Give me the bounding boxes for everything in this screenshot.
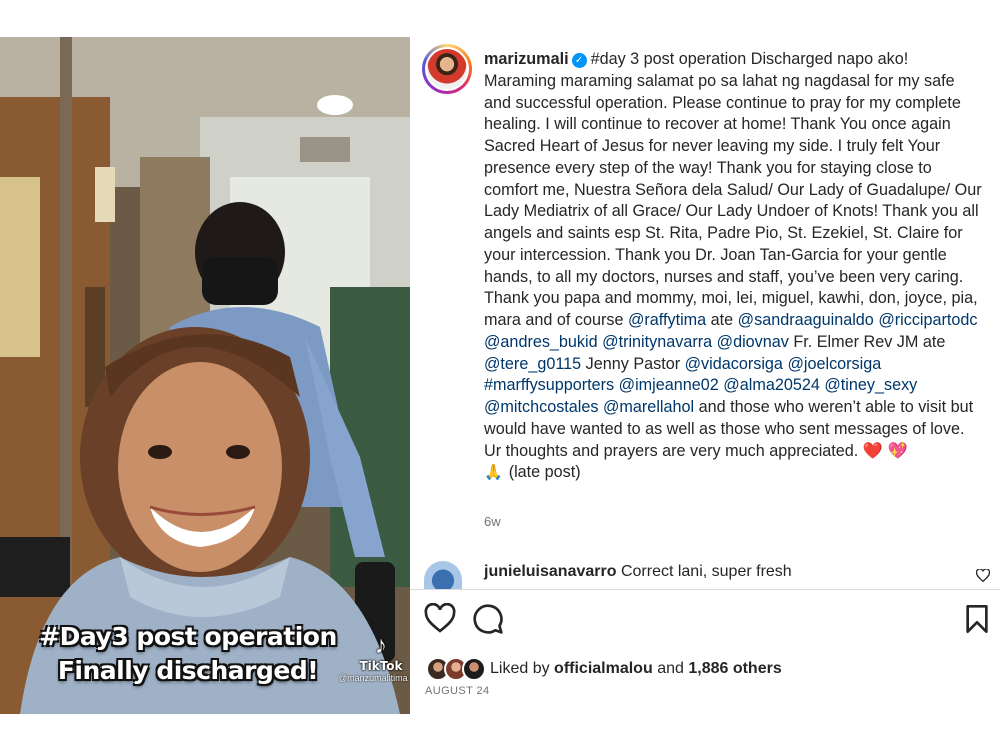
tiktok-handle: @marizumalitima [338,673,408,683]
video-frame-image [0,37,410,714]
heart-outline-icon[interactable] [424,603,456,635]
small-heart-icon[interactable] [976,569,990,582]
caption-mention-link[interactable]: @raffytima [628,311,706,329]
post-details-panel: marizumali ✓ #day 3 post operation Dischar… [410,37,1000,714]
caption-text: #day 3 post operation Discharged napo ak… [484,50,982,329]
caption-text: ate [706,311,738,329]
author-username-link[interactable]: marizumali [484,50,569,68]
tiktok-logo-icon: ♪ [375,632,387,659]
post-date: AUGUST 24 [425,685,490,697]
section-divider [410,589,1000,590]
post-action-bar [410,603,1000,639]
likes-text: Liked by officialmalou and 1,886 others [490,660,782,678]
caption-mention-link[interactable]: @joelcorsiga [787,355,881,373]
pray-emoji: 🙏 [484,464,503,482]
liked-by-user-link[interactable]: officialmalou [554,660,653,677]
tiktok-label: TikTok [359,659,403,673]
comment-text: junieluisanavarro Correct lani, super fr… [484,563,792,581]
caption-mention-link[interactable]: @riccipartodc [878,311,977,329]
caption-mention-link[interactable]: @mitchcostales [484,398,599,416]
caption-mention-link[interactable]: @diovnav [717,333,789,351]
caption-mention-link[interactable]: @marellahol [603,398,694,416]
likes-summary: Liked by officialmalou and 1,886 others [410,655,1000,683]
caption-text: Jenny Pastor [581,354,685,373]
tiktok-watermark: ♪ TikTok [356,632,406,674]
likes-count-link[interactable]: 1,886 others [688,660,781,677]
commenter-avatar[interactable] [424,561,462,589]
comment-item: junieluisanavarro Correct lani, super fr… [410,561,1000,589]
author-avatar[interactable] [422,44,472,94]
caption-mention-link[interactable]: @tiney_sexy [824,376,917,394]
caption-mention-link[interactable]: @imjeanne02 [619,376,719,394]
verified-badge-icon: ✓ [571,53,587,68]
overlay-line-1: #Day3 post operation [39,622,337,651]
heart-emoji: ❤️ [862,441,883,460]
post-media-video[interactable]: #Day3 post operation Finally discharged!… [0,37,410,714]
caption-mention-link[interactable]: @alma20524 [723,376,820,394]
caption-mention-link[interactable]: @sandraaguinaldo [738,311,874,329]
commenter-username-link[interactable]: junieluisanavarro [484,563,617,580]
liker-avatars[interactable] [426,657,490,681]
caption-body: #day 3 post operation Discharged napo ak… [484,50,982,460]
caption-text: Fr. Elmer Rev JM ate [788,332,946,351]
post-time-ago[interactable]: 6w [484,514,501,529]
comment-body: Correct lani, super fresh [620,563,792,580]
late-post-note: (late post) [508,463,581,482]
bookmark-icon[interactable] [961,603,993,635]
author-avatar-photo [427,49,467,89]
caption-mention-link[interactable]: #marffysupporters [484,376,614,394]
liker-avatar [462,657,486,681]
comment-bubble-icon[interactable] [472,603,504,635]
likes-prefix: Liked by [490,660,550,677]
post-caption: marizumali ✓ #day 3 post operation Dischar… [484,49,984,484]
video-text-overlay: #Day3 post operation Finally discharged! [18,620,358,688]
likes-conjunction: and [657,660,684,677]
overlay-line-2: Finally discharged! [57,656,319,685]
caption-mention-link[interactable]: @tere_g0115 [484,355,581,373]
sparkling-heart-emoji: 💖 [887,441,908,460]
caption-mention-link[interactable]: @andres_bukid [484,333,598,351]
caption-mention-link[interactable]: @vidacorsiga [685,355,783,373]
caption-mention-link[interactable]: @trinitynavarra [602,333,712,351]
